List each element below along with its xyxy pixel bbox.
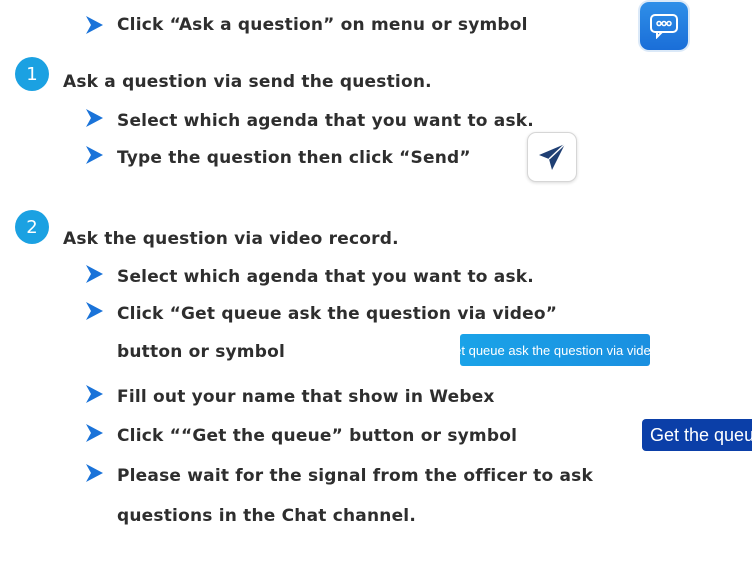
step-1-bullet-2: Type the question then click “Send” xyxy=(117,148,471,168)
chevron-right-icon xyxy=(83,263,105,285)
intro-instruction: Click “Ask a question” on menu or symbol xyxy=(117,15,528,35)
chevron-right-icon xyxy=(83,462,105,484)
chevron-right-icon xyxy=(83,107,105,129)
chat-bubble-icon[interactable] xyxy=(640,2,688,50)
chevron-right-icon xyxy=(83,14,105,36)
step-2-bullet-4: Click ““Get the queue” button or symbol xyxy=(117,426,518,446)
step-2-title: Ask the question via video record. xyxy=(63,229,399,249)
step-2-bullet-5-line-2: questions in the Chat channel. xyxy=(117,506,416,526)
step-2-bullet-2-line-1: Click “Get queue ask the question via vi… xyxy=(117,304,558,324)
step-2-bullet-3: Fill out your name that show in Webex xyxy=(117,387,495,407)
step-2-bullet-5-line-1: Please wait for the signal from the offi… xyxy=(117,466,593,486)
step-number-badge: 1 xyxy=(15,57,49,91)
get-the-queue-button[interactable]: Get the queue xyxy=(642,419,752,451)
chevron-right-icon xyxy=(83,300,105,322)
step-1-title: Ask a question via send the question. xyxy=(63,72,432,92)
step-1-bullet-1: Select which agenda that you want to ask… xyxy=(117,111,534,131)
paper-plane-icon[interactable] xyxy=(527,132,577,182)
chevron-right-icon xyxy=(83,144,105,166)
chevron-right-icon xyxy=(83,422,105,444)
get-queue-video-button-label: Get queue ask the question via video xyxy=(444,342,658,358)
get-the-queue-button-label: Get the queue xyxy=(650,424,752,445)
chevron-right-icon xyxy=(83,383,105,405)
step-2-bullet-2-line-2: button or symbol xyxy=(117,342,285,362)
step-number-badge: 2 xyxy=(15,210,49,244)
get-queue-video-button[interactable]: Get queue ask the question via video xyxy=(444,334,658,366)
step-2-bullet-1: Select which agenda that you want to ask… xyxy=(117,267,534,287)
